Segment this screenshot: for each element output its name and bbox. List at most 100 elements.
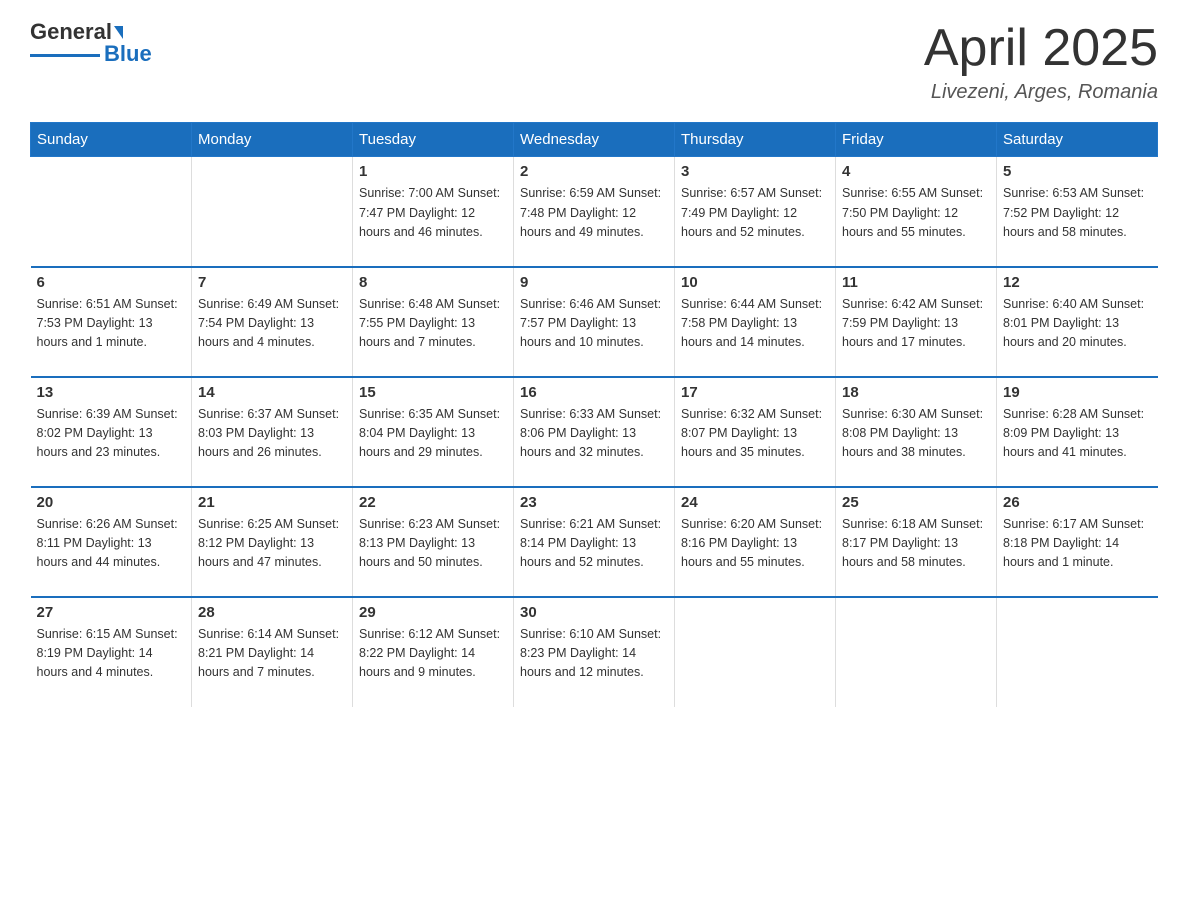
calendar-cell: 7 Sunrise: 6:49 AM Sunset: 7:54 PM Daylig… bbox=[192, 267, 353, 377]
calendar-cell: 16 Sunrise: 6:33 AM Sunset: 8:06 PM Dayli… bbox=[514, 377, 675, 487]
calendar-cell: 22 Sunrise: 6:23 AM Sunset: 8:13 PM Dayli… bbox=[353, 487, 514, 597]
day-info: Sunrise: 6:40 AM Sunset: 8:01 PM Dayligh… bbox=[1003, 295, 1152, 353]
column-header-sunday: Sunday bbox=[31, 123, 192, 157]
calendar-cell bbox=[675, 597, 836, 707]
day-number: 4 bbox=[842, 163, 990, 180]
day-number: 26 bbox=[1003, 494, 1152, 511]
day-info: Sunrise: 6:15 AM Sunset: 8:19 PM Dayligh… bbox=[37, 625, 186, 683]
column-header-tuesday: Tuesday bbox=[353, 123, 514, 157]
calendar-week-row: 20Sunrise: 6:26 AM Sunset: 8:11 PM Dayli… bbox=[31, 487, 1158, 597]
calendar-header-row: SundayMondayTuesdayWednesdayThursdayFrid… bbox=[31, 123, 1158, 157]
calendar-cell: 3 Sunrise: 6:57 AM Sunset: 7:49 PM Daylig… bbox=[675, 157, 836, 267]
day-info: Sunrise: 6:46 AM Sunset: 7:57 PM Dayligh… bbox=[520, 295, 668, 353]
column-header-friday: Friday bbox=[836, 123, 997, 157]
day-info: Sunrise: 6:37 AM Sunset: 8:03 PM Dayligh… bbox=[198, 405, 346, 463]
day-number: 23 bbox=[520, 494, 668, 511]
day-number: 13 bbox=[37, 384, 186, 401]
day-info: Sunrise: 6:59 AM Sunset: 7:48 PM Dayligh… bbox=[520, 184, 668, 242]
calendar-cell: 18 Sunrise: 6:30 AM Sunset: 8:08 PM Dayli… bbox=[836, 377, 997, 487]
day-number: 11 bbox=[842, 274, 990, 291]
day-number: 17 bbox=[681, 384, 829, 401]
day-info: Sunrise: 6:42 AM Sunset: 7:59 PM Dayligh… bbox=[842, 295, 990, 353]
calendar-cell: 2Sunrise: 6:59 AM Sunset: 7:48 PM Daylig… bbox=[514, 157, 675, 267]
day-info: Sunrise: 6:14 AM Sunset: 8:21 PM Dayligh… bbox=[198, 625, 346, 683]
day-info: Sunrise: 6:12 AM Sunset: 8:22 PM Dayligh… bbox=[359, 625, 507, 683]
day-number: 6 bbox=[37, 274, 186, 291]
day-info: Sunrise: 6:25 AM Sunset: 8:12 PM Dayligh… bbox=[198, 515, 346, 573]
day-info: Sunrise: 6:26 AM Sunset: 8:11 PM Dayligh… bbox=[37, 515, 186, 573]
title-block: April 2025 Livezeni, Arges, Romania bbox=[924, 20, 1158, 104]
day-info: Sunrise: 6:23 AM Sunset: 8:13 PM Dayligh… bbox=[359, 515, 507, 573]
calendar-week-row: 6 Sunrise: 6:51 AM Sunset: 7:53 PM Daylig… bbox=[31, 267, 1158, 377]
calendar-cell: 6 Sunrise: 6:51 AM Sunset: 7:53 PM Daylig… bbox=[31, 267, 192, 377]
day-info: Sunrise: 6:32 AM Sunset: 8:07 PM Dayligh… bbox=[681, 405, 829, 463]
day-info: Sunrise: 6:30 AM Sunset: 8:08 PM Dayligh… bbox=[842, 405, 990, 463]
logo-triangle-icon bbox=[114, 26, 123, 39]
calendar-cell: 11 Sunrise: 6:42 AM Sunset: 7:59 PM Dayli… bbox=[836, 267, 997, 377]
calendar-week-row: 13 Sunrise: 6:39 AM Sunset: 8:02 PM Dayli… bbox=[31, 377, 1158, 487]
day-info: Sunrise: 6:51 AM Sunset: 7:53 PM Dayligh… bbox=[37, 295, 186, 353]
calendar-cell: 8 Sunrise: 6:48 AM Sunset: 7:55 PM Daylig… bbox=[353, 267, 514, 377]
day-info: Sunrise: 6:21 AM Sunset: 8:14 PM Dayligh… bbox=[520, 515, 668, 573]
column-header-monday: Monday bbox=[192, 123, 353, 157]
day-info: Sunrise: 6:55 AM Sunset: 7:50 PM Dayligh… bbox=[842, 184, 990, 242]
calendar-cell: 15 Sunrise: 6:35 AM Sunset: 8:04 PM Dayli… bbox=[353, 377, 514, 487]
calendar-cell: 30 Sunrise: 6:10 AM Sunset: 8:23 PM Dayli… bbox=[514, 597, 675, 707]
day-number: 5 bbox=[1003, 163, 1152, 180]
calendar-cell: 26Sunrise: 6:17 AM Sunset: 8:18 PM Dayli… bbox=[997, 487, 1158, 597]
day-info: Sunrise: 6:48 AM Sunset: 7:55 PM Dayligh… bbox=[359, 295, 507, 353]
calendar-table: SundayMondayTuesdayWednesdayThursdayFrid… bbox=[30, 122, 1158, 707]
day-info: Sunrise: 6:18 AM Sunset: 8:17 PM Dayligh… bbox=[842, 515, 990, 573]
column-header-saturday: Saturday bbox=[997, 123, 1158, 157]
column-header-thursday: Thursday bbox=[675, 123, 836, 157]
day-number: 12 bbox=[1003, 274, 1152, 291]
day-number: 30 bbox=[520, 604, 668, 621]
calendar-cell: 14Sunrise: 6:37 AM Sunset: 8:03 PM Dayli… bbox=[192, 377, 353, 487]
calendar-week-row: 27Sunrise: 6:15 AM Sunset: 8:19 PM Dayli… bbox=[31, 597, 1158, 707]
day-number: 18 bbox=[842, 384, 990, 401]
page-subtitle: Livezeni, Arges, Romania bbox=[924, 81, 1158, 104]
day-info: Sunrise: 6:33 AM Sunset: 8:06 PM Dayligh… bbox=[520, 405, 668, 463]
day-info: Sunrise: 6:35 AM Sunset: 8:04 PM Dayligh… bbox=[359, 405, 507, 463]
calendar-cell: 1 Sunrise: 7:00 AM Sunset: 7:47 PM Daylig… bbox=[353, 157, 514, 267]
calendar-cell: 4 Sunrise: 6:55 AM Sunset: 7:50 PM Daylig… bbox=[836, 157, 997, 267]
day-info: Sunrise: 6:10 AM Sunset: 8:23 PM Dayligh… bbox=[520, 625, 668, 683]
calendar-cell: 24Sunrise: 6:20 AM Sunset: 8:16 PM Dayli… bbox=[675, 487, 836, 597]
calendar-cell: 12 Sunrise: 6:40 AM Sunset: 8:01 PM Dayli… bbox=[997, 267, 1158, 377]
day-number: 29 bbox=[359, 604, 507, 621]
logo-line bbox=[30, 54, 100, 57]
day-number: 28 bbox=[198, 604, 346, 621]
logo-text-blue: Blue bbox=[104, 42, 152, 66]
day-number: 3 bbox=[681, 163, 829, 180]
day-number: 10 bbox=[681, 274, 829, 291]
calendar-cell: 10 Sunrise: 6:44 AM Sunset: 7:58 PM Dayli… bbox=[675, 267, 836, 377]
day-number: 22 bbox=[359, 494, 507, 511]
calendar-cell: 19Sunrise: 6:28 AM Sunset: 8:09 PM Dayli… bbox=[997, 377, 1158, 487]
logo-text-general: General bbox=[30, 20, 112, 44]
calendar-week-row: 1 Sunrise: 7:00 AM Sunset: 7:47 PM Daylig… bbox=[31, 157, 1158, 267]
day-number: 7 bbox=[198, 274, 346, 291]
day-info: Sunrise: 6:44 AM Sunset: 7:58 PM Dayligh… bbox=[681, 295, 829, 353]
column-header-wednesday: Wednesday bbox=[514, 123, 675, 157]
day-number: 8 bbox=[359, 274, 507, 291]
calendar-cell: 27Sunrise: 6:15 AM Sunset: 8:19 PM Dayli… bbox=[31, 597, 192, 707]
calendar-cell bbox=[997, 597, 1158, 707]
day-number: 1 bbox=[359, 163, 507, 180]
day-info: Sunrise: 6:49 AM Sunset: 7:54 PM Dayligh… bbox=[198, 295, 346, 353]
calendar-cell: 5 Sunrise: 6:53 AM Sunset: 7:52 PM Daylig… bbox=[997, 157, 1158, 267]
calendar-cell: 21 Sunrise: 6:25 AM Sunset: 8:12 PM Dayli… bbox=[192, 487, 353, 597]
day-number: 15 bbox=[359, 384, 507, 401]
day-number: 21 bbox=[198, 494, 346, 511]
day-info: Sunrise: 7:00 AM Sunset: 7:47 PM Dayligh… bbox=[359, 184, 507, 242]
day-info: Sunrise: 6:28 AM Sunset: 8:09 PM Dayligh… bbox=[1003, 405, 1152, 463]
calendar-cell bbox=[31, 157, 192, 267]
day-number: 9 bbox=[520, 274, 668, 291]
day-info: Sunrise: 6:53 AM Sunset: 7:52 PM Dayligh… bbox=[1003, 184, 1152, 242]
day-number: 24 bbox=[681, 494, 829, 511]
day-number: 16 bbox=[520, 384, 668, 401]
page-title: April 2025 bbox=[924, 20, 1158, 77]
calendar-cell bbox=[836, 597, 997, 707]
calendar-cell: 23 Sunrise: 6:21 AM Sunset: 8:14 PM Dayli… bbox=[514, 487, 675, 597]
day-info: Sunrise: 6:39 AM Sunset: 8:02 PM Dayligh… bbox=[37, 405, 186, 463]
day-info: Sunrise: 6:57 AM Sunset: 7:49 PM Dayligh… bbox=[681, 184, 829, 242]
